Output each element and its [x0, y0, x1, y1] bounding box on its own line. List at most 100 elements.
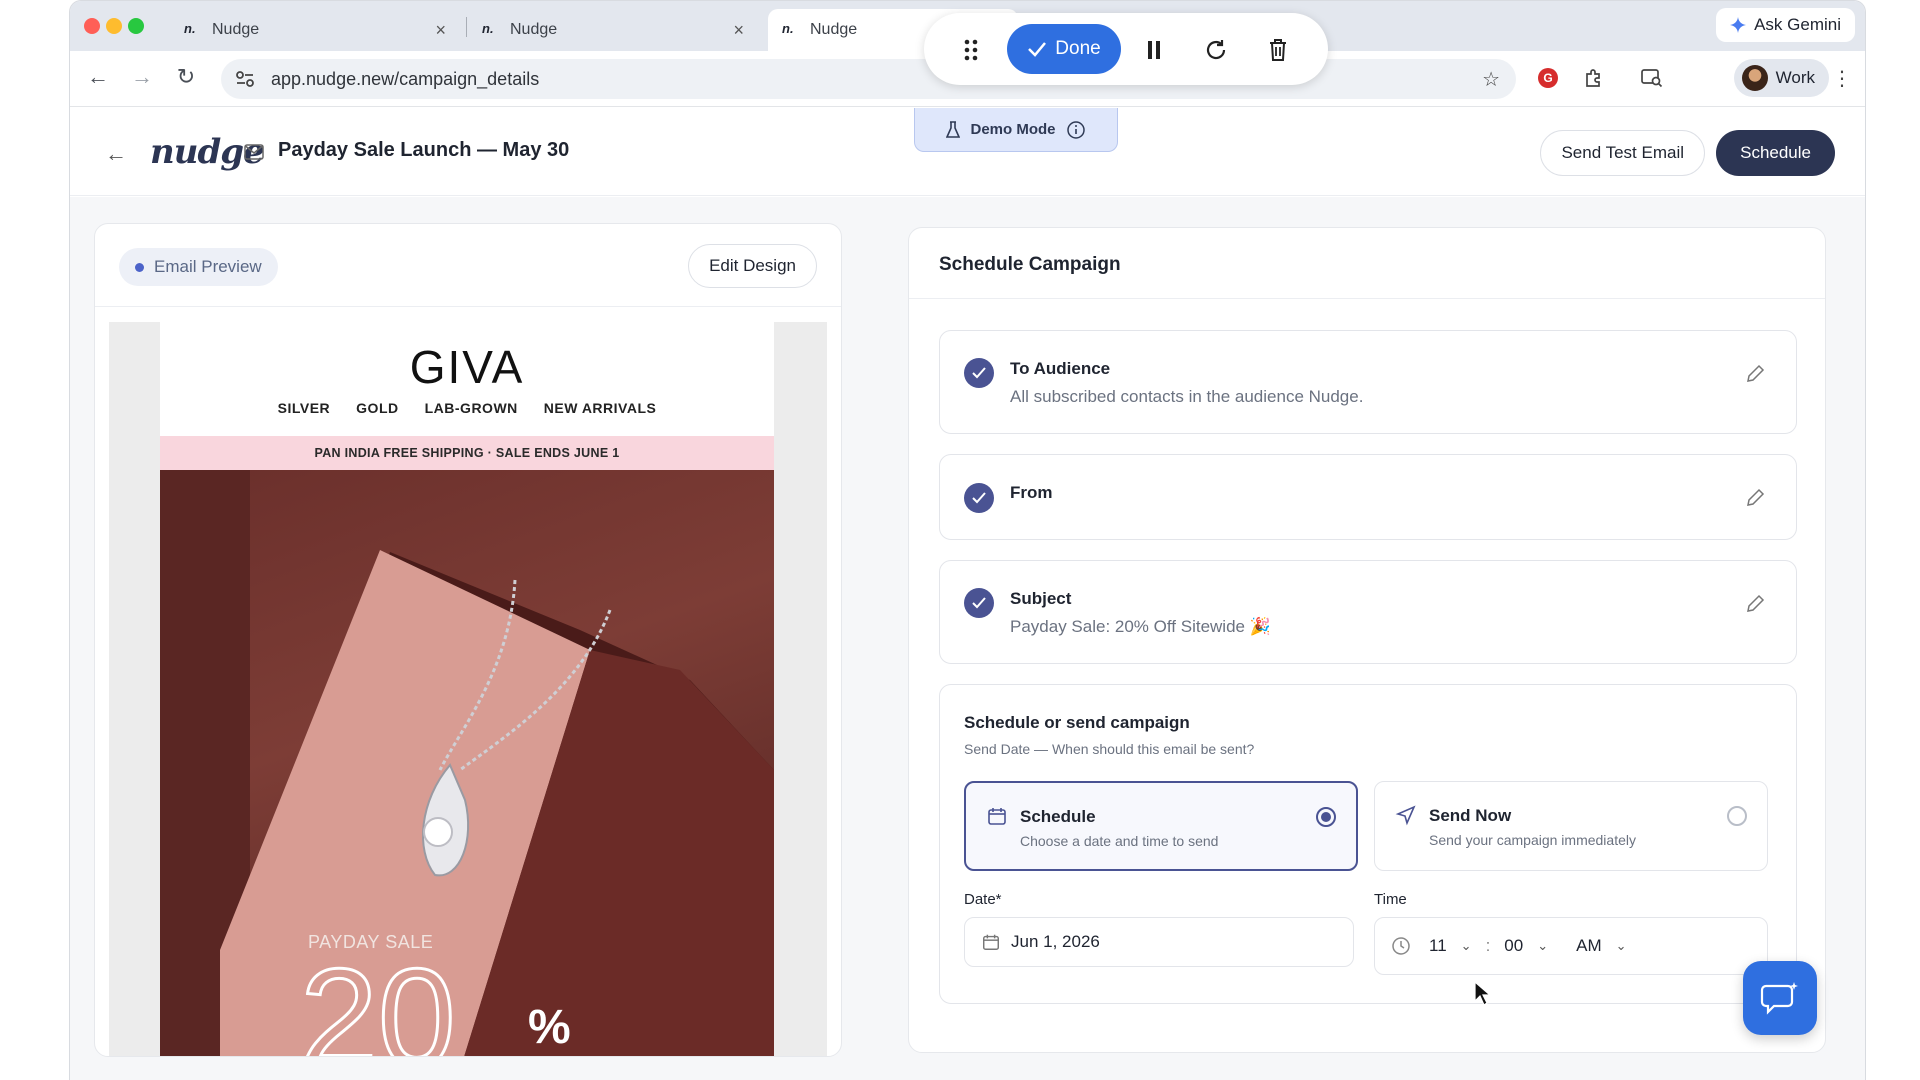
- schedule-or-send-title: Schedule or send campaign: [964, 713, 1190, 732]
- done-label: Done: [1055, 38, 1101, 59]
- site-settings-icon[interactable]: [235, 70, 255, 88]
- minimize-window-button[interactable]: [106, 18, 122, 34]
- check-icon: [964, 358, 994, 388]
- info-icon[interactable]: [1066, 120, 1086, 140]
- calendar-icon: [983, 934, 999, 950]
- reload-icon[interactable]: ↻: [172, 63, 200, 91]
- close-tab-icon[interactable]: ×: [733, 20, 744, 41]
- trash-icon[interactable]: [1265, 37, 1291, 63]
- edit-design-button[interactable]: Edit Design: [688, 244, 817, 288]
- minute-select[interactable]: 00 ⌄: [1504, 936, 1548, 956]
- nudge-favicon-icon: n.: [782, 21, 794, 36]
- email-frame: GIVA SILVER GOLD LAB-GROWN NEW ARRIVALS …: [109, 322, 827, 1056]
- option-sub: Send your campaign immediately: [1429, 832, 1636, 848]
- chevron-down-icon: ⌄: [1615, 938, 1627, 953]
- email-preview-label: Email Preview: [154, 257, 262, 276]
- check-icon: [964, 483, 994, 513]
- browser-window: n. Nudge × n. Nudge × n. Nudge Ask Gemin…: [69, 0, 1866, 1080]
- divider: [909, 298, 1825, 299]
- date-label: Date*: [964, 891, 1002, 908]
- gemini-icon: [1730, 17, 1747, 33]
- step-to-audience: To Audience All subscribed contacts in t…: [939, 330, 1797, 434]
- minute-value: 00: [1504, 936, 1524, 955]
- email-preview-pill: Email Preview: [119, 248, 278, 286]
- profile-label: Work: [1775, 68, 1815, 87]
- campaign-title: Payday Sale Launch — May 30: [278, 139, 570, 161]
- tab-title: Nudge: [810, 21, 858, 38]
- browser-menu-icon[interactable]: ⋮: [1827, 63, 1857, 93]
- schedule-button[interactable]: Schedule: [1716, 130, 1835, 176]
- edit-pencil-icon[interactable]: [1744, 487, 1766, 509]
- email-nav-item: NEW ARRIVALS: [543, 400, 657, 416]
- close-window-button[interactable]: [84, 18, 100, 34]
- pause-icon[interactable]: [1141, 37, 1167, 63]
- forward-icon[interactable]: →: [128, 63, 156, 91]
- drag-handle-icon[interactable]: [958, 37, 984, 63]
- date-input[interactable]: Jun 1, 2026: [964, 917, 1354, 967]
- ampm-select[interactable]: AM ⌄: [1576, 936, 1626, 956]
- schedule-campaign-card: Schedule Campaign To Audience All subscr…: [908, 227, 1826, 1053]
- option-title: Schedule: [1020, 807, 1096, 826]
- tab-search-icon[interactable]: [1637, 63, 1667, 93]
- time-separator: :: [1485, 936, 1491, 955]
- flask-icon: [946, 120, 961, 138]
- schedule-or-send-section: Schedule or send campaign Send Date — Wh…: [939, 684, 1797, 1004]
- maximize-window-button[interactable]: [128, 18, 144, 34]
- help-chat-button[interactable]: [1743, 961, 1817, 1035]
- email-promo-bar: PAN INDIA FREE SHIPPING · SALE ENDS JUNE…: [160, 436, 774, 470]
- mouse-cursor-icon: [1474, 981, 1492, 1006]
- email-nav-item: SILVER: [277, 400, 331, 416]
- send-now-option[interactable]: Send Now Send your campaign immediately: [1374, 781, 1768, 871]
- step-subject: Subject Payday Sale: 20% Off Sitewide 🎉: [939, 560, 1797, 664]
- browser-tab-2[interactable]: n. Nudge ×: [468, 9, 758, 51]
- necklace-product-image: [160, 470, 774, 1056]
- edit-pencil-icon[interactable]: [1744, 363, 1766, 385]
- time-label: Time: [1374, 891, 1407, 908]
- date-value: Jun 1, 2026: [1011, 932, 1100, 951]
- email-nav-item: LAB-GROWN: [424, 400, 518, 416]
- nudge-favicon-icon: n.: [184, 21, 196, 36]
- hero-percent: %: [528, 1001, 571, 1054]
- schedule-option[interactable]: Schedule Choose a date and time to send: [964, 781, 1358, 871]
- email-nav-item: GOLD: [356, 400, 399, 416]
- hour-value: 11: [1429, 936, 1447, 955]
- demo-mode-badge[interactable]: Demo Mode: [914, 108, 1118, 152]
- calendar-icon: [988, 808, 1006, 825]
- tab-title: Nudge: [212, 21, 260, 38]
- clock-icon: [1392, 937, 1410, 955]
- schedule-radio[interactable]: [1316, 807, 1336, 827]
- edit-pencil-icon[interactable]: [1744, 593, 1766, 615]
- main-content: Email Preview Edit Design GIVA SILVER GO…: [70, 197, 1865, 1080]
- tab-title: Nudge: [510, 21, 558, 38]
- bookmark-star-icon[interactable]: ☆: [1482, 67, 1500, 92]
- ampm-value: AM: [1576, 936, 1602, 955]
- chat-support-icon: [1760, 982, 1798, 1015]
- nudge-favicon-icon: n.: [482, 21, 494, 36]
- send-test-email-button[interactable]: Send Test Email: [1540, 130, 1705, 176]
- email-preview-card: Email Preview Edit Design GIVA SILVER GO…: [94, 223, 842, 1057]
- close-tab-icon[interactable]: ×: [435, 20, 446, 41]
- step-label: From: [1010, 483, 1053, 502]
- ask-gemini-label: Ask Gemini: [1754, 15, 1841, 34]
- extensions-puzzle-icon[interactable]: [1578, 63, 1608, 93]
- profile-button[interactable]: Work: [1733, 59, 1829, 97]
- send-now-radio[interactable]: [1727, 806, 1747, 826]
- email-hero-image: PAYDAY SALE 20 %: [160, 470, 774, 1056]
- step-sub: Payday Sale: 20% Off Sitewide 🎉: [1010, 617, 1271, 636]
- step-sub: All subscribed contacts in the audience …: [1010, 387, 1364, 406]
- send-icon: [1395, 805, 1416, 826]
- browser-tab-1[interactable]: n. Nudge ×: [170, 9, 460, 51]
- email-brand-logo: GIVA: [409, 341, 525, 393]
- back-arrow-icon[interactable]: ←: [105, 141, 127, 167]
- restart-icon[interactable]: [1203, 37, 1229, 63]
- step-label: To Audience: [1010, 359, 1111, 378]
- option-title: Send Now: [1429, 806, 1512, 825]
- avatar: [1741, 65, 1768, 91]
- done-button[interactable]: Done: [1007, 24, 1121, 74]
- ask-gemini-button[interactable]: Ask Gemini: [1716, 8, 1855, 42]
- extension-grammar-icon[interactable]: G: [1533, 63, 1563, 93]
- back-icon[interactable]: ←: [84, 63, 112, 91]
- step-label: Subject: [1010, 589, 1072, 608]
- hour-select[interactable]: 11 ⌄: [1429, 936, 1472, 956]
- email-render: GIVA SILVER GOLD LAB-GROWN NEW ARRIVALS …: [160, 322, 774, 1056]
